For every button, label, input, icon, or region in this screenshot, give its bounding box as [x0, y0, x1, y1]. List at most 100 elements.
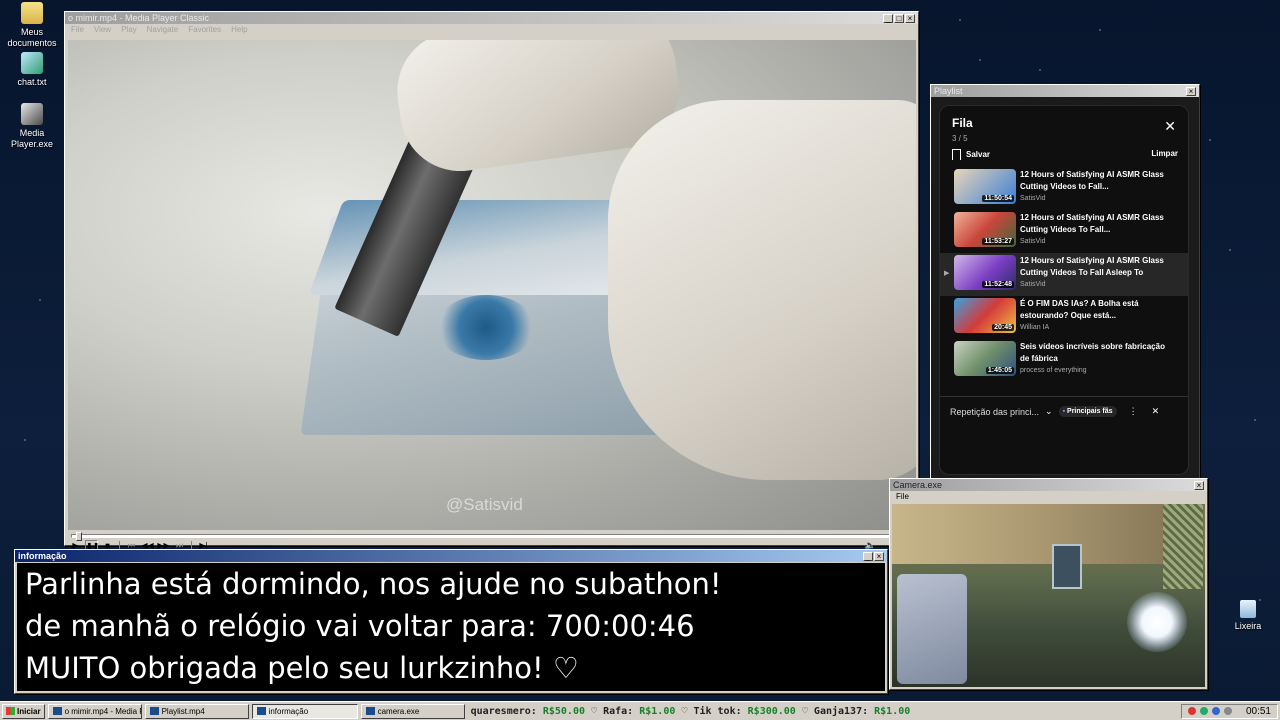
queue-footer: Repetição das princi... ⌄ ▪ Principais f… — [940, 396, 1188, 426]
video-thumbnail: 20:45 — [954, 298, 1016, 333]
menu-navigate[interactable]: Navigate — [147, 25, 179, 34]
queue-item[interactable]: 1:45:05 Seis vídeos incríveis sobre fabr… — [940, 339, 1188, 382]
ticker-name: Rafa: — [603, 705, 634, 717]
taskbar-item-camera[interactable]: camera.exe — [360, 703, 465, 719]
desktop-icon-chat-txt[interactable]: chat.txt — [0, 52, 64, 88]
channel-name: Willian IA — [1020, 324, 1050, 331]
camera-menu-bar: File — [890, 491, 1207, 502]
ticker-name: Ganja137: — [813, 705, 869, 717]
channel-name: SatisVid — [1020, 195, 1046, 202]
task-label: Playlist.mp4 — [161, 706, 205, 716]
video-title: 12 Hours of Satisfying AI ASMR Glass Cut… — [1020, 213, 1164, 234]
recycle-bin-icon — [1240, 600, 1256, 618]
queue-item[interactable]: 11:50:54 12 Hours of Satisfying AI ASMR … — [940, 167, 1188, 210]
minimize-button[interactable]: _ — [883, 13, 893, 23]
menu-view[interactable]: View — [94, 25, 111, 34]
more-options-icon[interactable]: ⋮ — [1129, 406, 1138, 417]
video-display[interactable]: @Satisvid — [68, 40, 916, 530]
desktop-icon-label: Meus documentos — [7, 27, 57, 48]
app-icon — [256, 707, 266, 715]
camera-bed — [897, 574, 967, 684]
close-icon[interactable]: ✕ — [1164, 118, 1176, 135]
playlist-titlebar[interactable]: Playlist × — [931, 85, 1199, 97]
top-fans-pill[interactable]: ▪ Principais fãs — [1058, 406, 1117, 417]
camera-titlebar[interactable]: Camera.exe × — [890, 479, 1207, 491]
menu-file[interactable]: File — [71, 25, 84, 34]
ticker-amount: R$1.00 — [639, 705, 676, 717]
video-duration: 1:45:05 — [985, 367, 1014, 374]
task-label: informação — [268, 706, 309, 716]
tray-network-icon[interactable] — [1199, 707, 1208, 715]
ticker-name: Tik tok: — [693, 705, 742, 717]
clock[interactable]: 00:51 — [1246, 706, 1271, 717]
close-button[interactable]: × — [874, 551, 884, 561]
video-duration: 11:52:48 — [982, 281, 1014, 288]
camera-wall — [892, 504, 1205, 564]
gloved-hand-right — [608, 100, 916, 480]
channel-name: SatisVid — [1020, 281, 1046, 288]
media-player-icon — [21, 103, 43, 125]
camera-room-window — [1163, 504, 1203, 589]
repeat-label[interactable]: Repetição das princi... — [950, 407, 1039, 417]
close-icon[interactable]: ✕ — [1152, 406, 1160, 417]
tray-shield-icon[interactable] — [1187, 707, 1196, 715]
heart-icon: ♡ — [681, 705, 688, 717]
queue-item-current[interactable]: ▶ 11:52:48 12 Hours of Satisfying AI ASM… — [940, 253, 1188, 296]
top-fans-label: Principais fãs — [1067, 408, 1113, 415]
desktop-icon-recycle-bin[interactable]: Lixeira — [1216, 600, 1280, 632]
video-watermark: @Satisvid — [446, 495, 523, 514]
seek-bar[interactable] — [71, 532, 911, 541]
video-duration: 11:53:27 — [982, 238, 1014, 245]
now-playing-icon: ▶ — [944, 270, 950, 277]
minimize-button[interactable]: _ — [863, 551, 873, 561]
windows-logo-icon — [6, 707, 15, 715]
taskbar-item-info[interactable]: informação — [251, 703, 358, 719]
menu-favorites[interactable]: Favorites — [188, 25, 221, 34]
info-line: MUITO obrigada pelo seu lurkzinho! ♡ — [25, 651, 579, 685]
desktop-icon-media-player[interactable]: Media Player.exe — [0, 103, 64, 150]
ticker-amount: R$300.00 — [747, 705, 796, 717]
blue-swirl — [436, 295, 536, 360]
close-button[interactable]: × — [1186, 86, 1196, 96]
window-title: informação — [18, 551, 67, 561]
channel-name: SatisVid — [1020, 238, 1046, 245]
maximize-button[interactable]: □ — [894, 13, 904, 23]
desktop-icon-my-documents[interactable]: Meus documentos — [0, 2, 64, 49]
menu-bar: File View Play Navigate Favorites Help — [65, 24, 918, 35]
save-button[interactable]: Salvar — [952, 149, 991, 164]
close-button[interactable]: × — [905, 13, 915, 23]
menu-play[interactable]: Play — [121, 25, 137, 34]
queue-list: 11:50:54 12 Hours of Satisfying AI ASMR … — [940, 167, 1188, 382]
close-button[interactable]: × — [1194, 480, 1204, 490]
channel-name: process of everything — [1020, 367, 1087, 374]
chevron-down-icon[interactable]: ⌄ — [1045, 406, 1053, 417]
desktop-icon-label: chat.txt — [17, 77, 47, 87]
queue-item[interactable]: 11:53:27 12 Hours of Satisfying AI ASMR … — [940, 210, 1188, 253]
video-title: É O FIM DAS IAs? A Bolha está estourando… — [1020, 299, 1139, 320]
menu-file[interactable]: File — [896, 492, 909, 501]
members-icon: ▪ — [1062, 408, 1066, 415]
task-label: camera.exe — [377, 706, 420, 716]
video-duration: 20:45 — [992, 324, 1014, 331]
app-icon — [149, 707, 159, 715]
ticker-amount: R$50.00 — [542, 705, 585, 717]
menu-help[interactable]: Help — [231, 25, 247, 34]
save-label: Salvar — [966, 150, 991, 159]
tray-volume-icon[interactable] — [1211, 707, 1220, 715]
taskbar-item-media-player[interactable]: o mimir.mp4 - Media Player Cl... — [47, 703, 142, 719]
start-button[interactable]: Iniciar — [2, 703, 45, 719]
heart-icon: ♡ — [801, 705, 808, 717]
clear-button[interactable]: Limpar — [1151, 149, 1178, 160]
system-tray: 00:51 — [1180, 703, 1278, 719]
desktop-icon-label: Lixeira — [1234, 621, 1262, 631]
tray-app-icon[interactable] — [1223, 707, 1232, 715]
camera-window: Camera.exe × File — [889, 478, 1208, 690]
media-player-titlebar[interactable]: o mimir.mp4 - Media Player Classic _ □ × — [65, 12, 918, 24]
info-titlebar[interactable]: informação _ × — [15, 550, 887, 562]
taskbar-item-playlist[interactable]: Playlist.mp4 — [144, 703, 249, 719]
window-title: Playlist — [934, 86, 963, 96]
queue-item[interactable]: 20:45 É O FIM DAS IAs? A Bolha está esto… — [940, 296, 1188, 339]
video-title: Seis vídeos incríveis sobre fabricação d… — [1020, 342, 1165, 363]
task-label: o mimir.mp4 - Media Player Cl... — [64, 706, 141, 716]
queue-panel: Fila 3 / 5 ✕ Salvar Limpar 11:50:54 12 H… — [939, 105, 1189, 475]
